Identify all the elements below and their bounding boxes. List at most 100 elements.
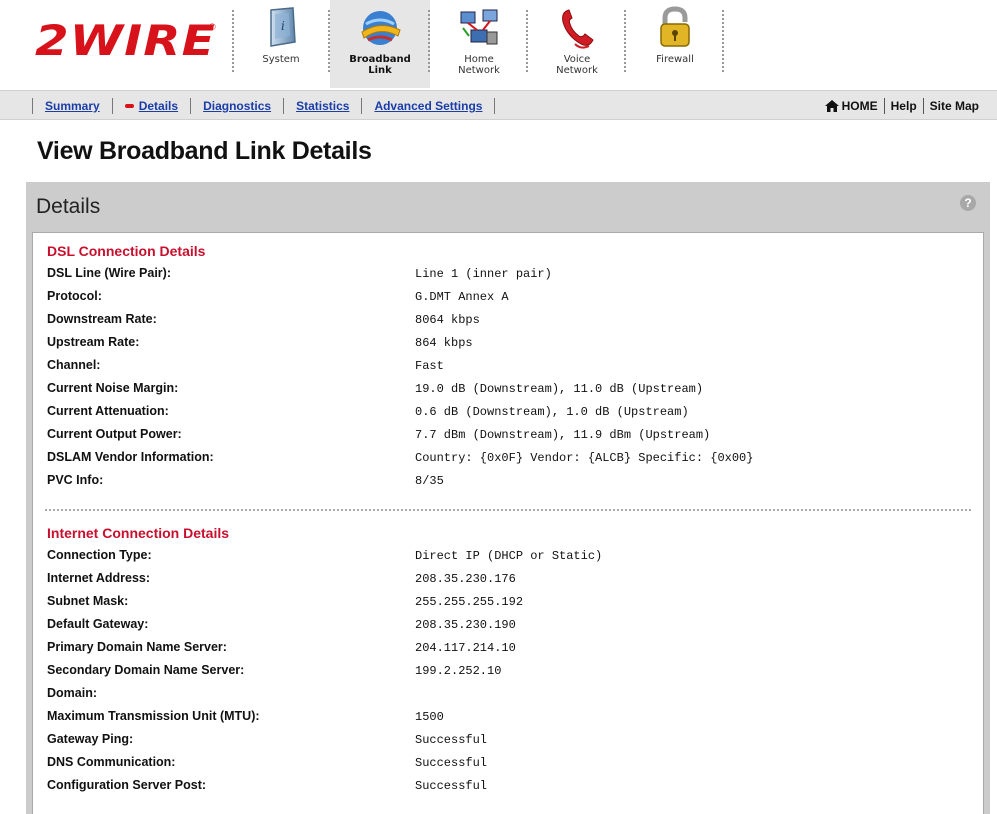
detail-value: 0.6 dB (Downstream), 1.0 dB (Upstream): [415, 405, 689, 419]
detail-row: Configuration Server Post: Successful: [47, 778, 967, 797]
nav-tab-voice-network[interactable]: Voice Network: [528, 0, 626, 88]
detail-value: 864 kbps: [415, 336, 473, 350]
detail-label: Downstream Rate:: [47, 312, 157, 326]
subnav-statistics[interactable]: Statistics: [283, 98, 361, 114]
detail-row: Current Output Power: 7.7 dBm (Downstream…: [47, 427, 967, 446]
system-icon: i: [270, 7, 296, 47]
detail-label: Gateway Ping:: [47, 732, 134, 746]
home-network-icon: [460, 9, 498, 45]
detail-value: 255.255.255.192: [415, 595, 524, 609]
sub-navigation: Summary Details Diagnostics Statistics A…: [0, 90, 997, 120]
detail-row: Maximum Transmission Unit (MTU): 1500: [47, 709, 967, 728]
detail-row: Internet Address: 208.35.230.176: [47, 571, 967, 590]
detail-label: Internet Address:: [47, 571, 151, 585]
detail-label: DSLAM Vendor Information:: [47, 450, 214, 464]
broadband-globe-icon: [361, 11, 401, 45]
detail-row: Secondary Domain Name Server: 199.2.252.1…: [47, 663, 967, 682]
home-icon: [824, 100, 839, 112]
detail-value: 8/35: [415, 474, 444, 488]
detail-value: G.DMT Annex A: [415, 290, 509, 304]
detail-label: Protocol:: [47, 289, 102, 303]
internet-section-heading: Internet Connection Details: [47, 525, 230, 541]
help-icon[interactable]: ?: [960, 195, 976, 211]
nav-tab-system[interactable]: i System: [232, 0, 330, 88]
detail-label: Secondary Domain Name Server:: [47, 663, 245, 677]
detail-row: Current Attenuation: 0.6 dB (Downstream),…: [47, 404, 967, 423]
detail-value: Line 1 (inner pair): [415, 267, 552, 281]
detail-label: Primary Domain Name Server:: [47, 640, 227, 654]
top-header: 2WIRE ® i System Broadband Link Home Net…: [0, 0, 997, 90]
detail-row: Domain:: [47, 686, 967, 705]
2wire-logo[interactable]: 2WIRE ®: [35, 16, 216, 66]
home-link[interactable]: HOME: [819, 98, 884, 114]
detail-label: Channel:: [47, 358, 101, 372]
detail-value: Fast: [415, 359, 444, 373]
padlock-icon: [660, 6, 690, 47]
nav-tab-label: Voice Network: [556, 54, 598, 76]
detail-row: Downstream Rate: 8064 kbps: [47, 312, 967, 331]
detail-value: Direct IP (DHCP or Static): [415, 549, 603, 563]
details-panel: Details ? DSL Connection Details DSL Lin…: [26, 182, 990, 814]
detail-row: Subnet Mask: 255.255.255.192: [47, 594, 967, 613]
panel-body: DSL Connection Details DSL Line (Wire Pa…: [32, 232, 984, 814]
detail-label: DSL Line (Wire Pair):: [47, 266, 171, 280]
detail-row: Default Gateway: 208.35.230.190: [47, 617, 967, 636]
subnav-summary[interactable]: Summary: [32, 98, 112, 114]
logo-registered-mark: ®: [209, 22, 216, 32]
detail-value: 208.35.230.176: [415, 572, 516, 586]
nav-tab-broadband-link[interactable]: Broadband Link: [330, 0, 430, 88]
nav-tab-label: Broadband Link: [349, 54, 411, 76]
detail-row: Upstream Rate: 864 kbps: [47, 335, 967, 354]
detail-value: Country: {0x0F} Vendor: {ALCB} Specific:…: [415, 451, 754, 465]
site-map-link[interactable]: Site Map: [924, 98, 985, 114]
dsl-section-heading: DSL Connection Details: [47, 243, 206, 259]
detail-row: Primary Domain Name Server: 204.117.214.1…: [47, 640, 967, 659]
detail-value: 1500: [415, 710, 444, 724]
subnav-details[interactable]: Details: [111, 98, 190, 114]
section-divider: [45, 509, 971, 511]
detail-row: DSLAM Vendor Information: Country: {0x0F}…: [47, 450, 967, 469]
page-title: View Broadband Link Details: [37, 137, 372, 165]
detail-label: DNS Communication:: [47, 755, 176, 769]
svg-text:i: i: [281, 19, 285, 33]
detail-label: Configuration Server Post:: [47, 778, 207, 792]
help-link[interactable]: Help: [885, 98, 923, 114]
detail-row: Protocol: G.DMT Annex A: [47, 289, 967, 308]
detail-value: 7.7 dBm (Downstream), 11.9 dBm (Upstream…: [415, 428, 711, 442]
detail-label: Current Noise Margin:: [47, 381, 179, 395]
nav-tab-label: Firewall: [656, 54, 694, 65]
active-indicator-icon: [124, 104, 134, 108]
subnav-advanced-settings[interactable]: Advanced Settings: [361, 98, 496, 114]
detail-row: Connection Type: Direct IP (DHCP or Stati…: [47, 548, 967, 567]
detail-row: DNS Communication: Successful: [47, 755, 967, 774]
nav-tab-home-network[interactable]: Home Network: [430, 0, 528, 88]
detail-row: DSL Line (Wire Pair): Line 1 (inner pair): [47, 266, 967, 285]
detail-label: Upstream Rate:: [47, 335, 140, 349]
detail-label: Current Output Power:: [47, 427, 182, 441]
detail-row: Current Noise Margin: 19.0 dB (Downstream…: [47, 381, 967, 400]
detail-label: Current Attenuation:: [47, 404, 169, 418]
detail-label: Default Gateway:: [47, 617, 149, 631]
detail-value: Successful: [415, 756, 488, 770]
detail-row: Gateway Ping: Successful: [47, 732, 967, 751]
detail-label: Maximum Transmission Unit (MTU):: [47, 709, 260, 723]
detail-label: PVC Info:: [47, 473, 104, 487]
detail-row: Channel: Fast: [47, 358, 967, 377]
detail-value: 8064 kbps: [415, 313, 480, 327]
detail-row: PVC Info: 8/35: [47, 473, 967, 492]
nav-tab-firewall[interactable]: Firewall: [626, 0, 724, 88]
detail-value: 199.2.252.10: [415, 664, 502, 678]
subnav-diagnostics[interactable]: Diagnostics: [190, 98, 283, 114]
panel-title: Details: [36, 195, 101, 218]
voice-phone-icon: [562, 9, 594, 49]
detail-value: Successful: [415, 733, 488, 747]
detail-label: Connection Type:: [47, 548, 152, 562]
logo-text: 2WIRE: [35, 16, 216, 65]
detail-label: Subnet Mask:: [47, 594, 129, 608]
nav-tab-label: Home Network: [458, 54, 500, 76]
detail-value: 19.0 dB (Downstream), 11.0 dB (Upstream): [415, 382, 704, 396]
detail-value: 204.117.214.10: [415, 641, 516, 655]
main-nav: i System Broadband Link Home Network Voi…: [232, 0, 724, 88]
detail-label: Domain:: [47, 686, 97, 700]
nav-tab-label: System: [262, 54, 300, 65]
